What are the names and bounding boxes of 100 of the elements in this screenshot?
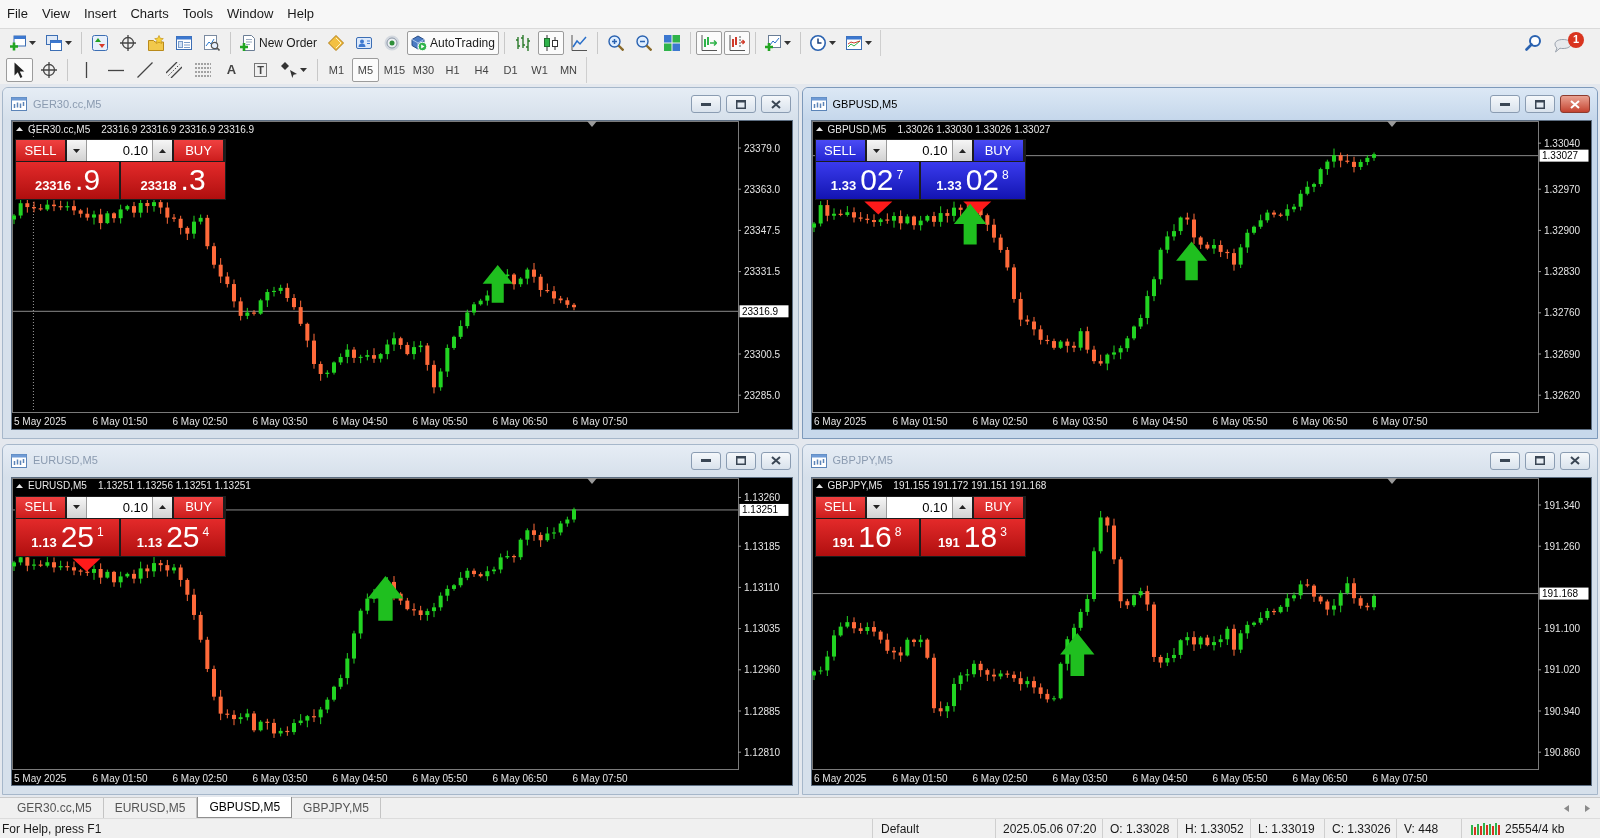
menu-item[interactable]: Charts: [123, 4, 176, 24]
chart-shift-button[interactable]: [723, 30, 750, 55]
caret-up-icon: [958, 505, 966, 509]
maximize-button[interactable]: [725, 95, 756, 113]
maximize-button[interactable]: [725, 451, 756, 470]
current-price-label: 23316.9: [739, 305, 789, 318]
time-axis-label: 6 May 05:50: [412, 416, 468, 427]
timeframe-button[interactable]: M15: [381, 58, 408, 82]
timeframe-button[interactable]: D1: [497, 58, 524, 82]
new-order-button[interactable]: New Order: [236, 30, 321, 55]
menu-item[interactable]: Help: [280, 4, 322, 24]
timeframe-button[interactable]: M30: [410, 58, 437, 82]
time-axis-label: 6 May 02:50: [972, 772, 1027, 784]
buy-button[interactable]: BUY: [973, 496, 1023, 518]
down-triangle-icon: [72, 558, 101, 572]
notifications-button[interactable]: 1: [1554, 30, 1584, 55]
time-axis-label: 6 May 03:50: [1052, 416, 1107, 427]
time-axis-label: 6 May 06:50: [492, 416, 548, 427]
window-title: GBPJPY,M5: [832, 453, 893, 469]
lot-decrease-button[interactable]: [67, 496, 87, 518]
text-tool-button[interactable]: A: [218, 58, 245, 82]
lot-increase-button[interactable]: [152, 140, 172, 161]
menu-item[interactable]: Insert: [76, 4, 124, 24]
timeframe-button[interactable]: MN: [555, 58, 582, 82]
close-button[interactable]: [1560, 451, 1590, 470]
sell-button[interactable]: SELL: [815, 496, 865, 518]
lot-decrease-button[interactable]: [67, 140, 87, 161]
chart-quote: 1.13251 1.13256 1.13251 1.13251: [97, 479, 251, 493]
traffic-text: 25554/4 kb: [1505, 820, 1565, 838]
chart-quote: 1.33026 1.33030 1.33026 1.33027: [897, 122, 1051, 137]
chart-symbol: GBPUSD,M5: [827, 122, 887, 137]
price-axis-label: 1.12810: [744, 746, 781, 758]
minimize-button[interactable]: [690, 451, 721, 470]
chart-quote: 191.155 191.172 191.151 191.168: [893, 479, 1047, 493]
buy-button[interactable]: BUY: [174, 496, 223, 518]
vertical-line-icon: [85, 62, 88, 78]
scroll-right-button[interactable]: [1585, 802, 1590, 814]
folder-star-icon: [148, 34, 164, 51]
close-button[interactable]: [760, 451, 791, 470]
buy-button[interactable]: BUY: [973, 140, 1023, 161]
time-axis-label: 6 May 01:50: [92, 772, 148, 784]
candlestick-chart-button[interactable]: [537, 30, 564, 55]
buy-price-button[interactable]: 23318.3: [121, 162, 225, 199]
minimize-button[interactable]: [1490, 451, 1520, 470]
profile-name: Default: [872, 819, 995, 838]
lot-size-field[interactable]: 0.10: [886, 140, 952, 161]
menu-item[interactable]: Tools: [175, 4, 221, 24]
timeframe-button[interactable]: M1: [323, 58, 350, 82]
sell-button[interactable]: SELL: [815, 140, 865, 161]
parallel-lines-icon: [165, 62, 182, 78]
scroll-left-button[interactable]: [1564, 802, 1569, 814]
auto-scroll-button[interactable]: [695, 30, 722, 55]
timeframe-button[interactable]: W1: [526, 58, 553, 82]
dropdown-caret-icon: [783, 40, 791, 45]
chart-shift-icon: [728, 34, 745, 51]
menu-item[interactable]: File: [0, 4, 35, 24]
search-icon: [1525, 34, 1541, 51]
chart-symbol: GBPJPY,M5: [827, 479, 883, 493]
up-arrow-icon: [1059, 632, 1094, 676]
tab[interactable]: GER30.cc,M5: [6, 798, 104, 818]
buy-button[interactable]: BUY: [174, 140, 223, 161]
lot-increase-button[interactable]: [152, 496, 172, 518]
autotrading-button[interactable]: AutoTrading: [407, 30, 499, 55]
time-axis-label: 6 May 06:50: [492, 772, 548, 784]
up-arrow-icon: [953, 203, 986, 245]
stacked-windows-icon: [46, 34, 62, 51]
time-axis-label: 6 May 02:50: [172, 416, 228, 427]
maximize-button[interactable]: [1525, 451, 1555, 470]
lot-decrease-button[interactable]: [866, 496, 887, 518]
sell-price-button[interactable]: 23316.9: [16, 162, 119, 199]
sell-button[interactable]: SELL: [16, 496, 65, 518]
minimize-button[interactable]: [690, 95, 721, 113]
lot-increase-button[interactable]: [951, 140, 972, 161]
menu-item[interactable]: View: [34, 4, 77, 24]
maximize-icon: [735, 456, 746, 465]
tab[interactable]: GBPJPY,M5: [292, 798, 381, 818]
close-button[interactable]: [1560, 95, 1590, 113]
timeframe-button[interactable]: H1: [439, 58, 466, 82]
lot-size-field[interactable]: 0.10: [886, 496, 952, 518]
sell-button[interactable]: SELL: [16, 140, 65, 161]
tab[interactable]: GBPUSD,M5: [197, 797, 293, 818]
lot-size-field[interactable]: 0.10: [87, 140, 152, 161]
timeframe-button[interactable]: H4: [468, 58, 495, 82]
close-button[interactable]: [760, 95, 791, 113]
timeframe-button[interactable]: M5: [352, 58, 379, 82]
document-plus-icon: [240, 34, 256, 51]
caret-up-icon: [159, 505, 166, 509]
line-chart-window-icon: [845, 34, 862, 51]
status-help-text: For Help, press F1: [1, 820, 103, 838]
lot-decrease-button[interactable]: [866, 140, 887, 161]
lot-size-field[interactable]: 0.10: [87, 496, 152, 518]
price-axis-label: 23363.0: [744, 183, 781, 195]
lot-increase-button[interactable]: [951, 496, 972, 518]
maximize-button[interactable]: [1525, 95, 1555, 113]
text-label-tool-button[interactable]: T: [247, 58, 274, 82]
cursor-button[interactable]: [6, 58, 33, 82]
current-price-label: 191.168: [1539, 587, 1588, 600]
minimize-button[interactable]: [1490, 95, 1520, 113]
menu-item[interactable]: Window: [220, 4, 281, 24]
window-panel-icon: [176, 34, 192, 51]
